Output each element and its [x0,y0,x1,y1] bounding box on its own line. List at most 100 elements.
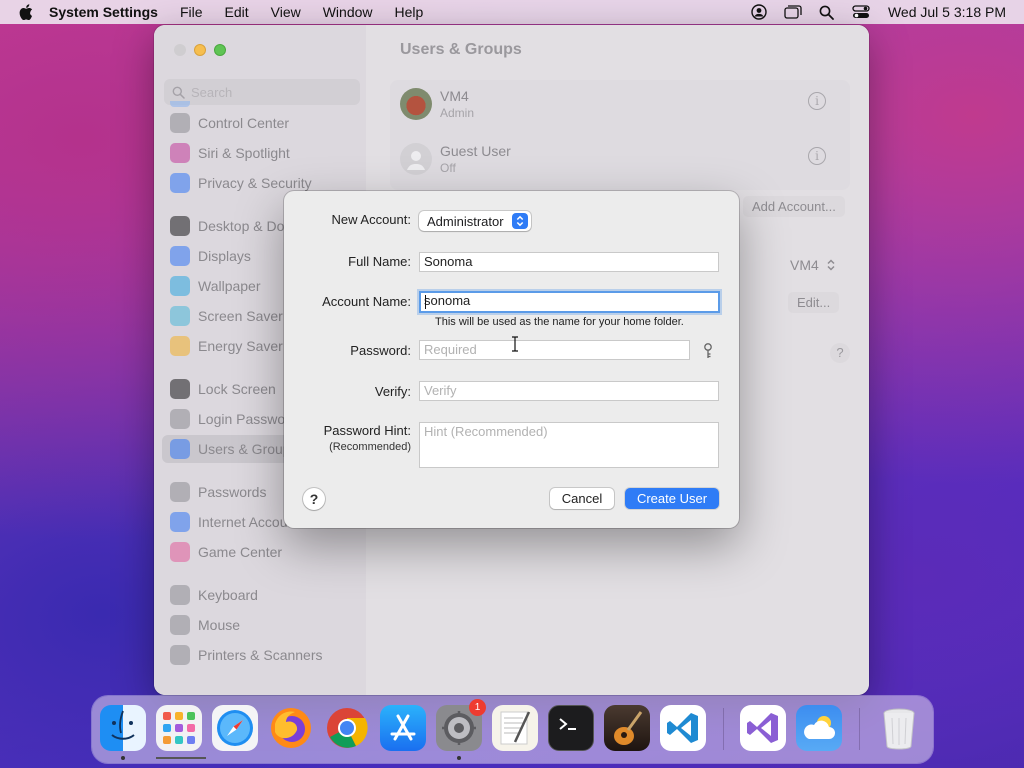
add-account-button[interactable]: Add Account... [743,196,845,217]
account-name-field[interactable]: sonoma [419,291,720,313]
firefox-icon[interactable] [268,705,314,751]
apple-menu-icon[interactable] [19,4,35,20]
launchpad-indicator [156,757,206,759]
user-role: Off [440,161,456,175]
minimize-button[interactable] [194,44,206,56]
search-field[interactable]: Search [164,79,360,105]
sidebar-item-label: Siri & Spotlight [198,145,290,161]
sidebar-item-siri-spotlight[interactable]: Siri & Spotlight [162,139,362,167]
auto-login-select[interactable]: VM4 [790,257,835,273]
cancel-button[interactable]: Cancel [550,488,614,509]
sidebar-item-label: Game Center [198,544,283,560]
zoom-button[interactable] [214,44,226,56]
new-account-label: New Account: [331,212,412,227]
window-help-button[interactable]: ? [830,343,850,363]
account-type-select[interactable]: Administrator [419,211,531,231]
full-name-field[interactable]: Sonoma [419,252,719,272]
game-center-icon [170,542,190,562]
sidebar-item-label: Displays [198,248,251,264]
create-user-button[interactable]: Create User [625,488,719,509]
dock-icon [170,216,190,236]
sun-icon [170,246,190,266]
keyboard-icon [170,585,190,605]
chrome-icon[interactable] [324,705,370,751]
sidebar-item-game-center[interactable]: Game Center [162,538,362,566]
sidebar-item-printers-scanners[interactable]: Printers & Scanners [162,641,362,669]
menu-bar: System Settings File Edit View Window He… [0,0,1024,24]
running-indicator [121,756,125,760]
finder-icon[interactable] [100,705,146,751]
sidebar-item-label: Users & Groups [198,441,298,457]
verify-field[interactable]: Verify [419,381,719,401]
account-type-value: Administrator [427,213,504,229]
edit-button[interactable]: Edit... [788,292,840,313]
password-label: Password: [350,343,411,358]
lock-icon [170,409,190,429]
user-row-vm4[interactable]: VM4 Admin i [400,82,850,132]
user-row-guest[interactable]: Guest User Off i [400,137,850,187]
launchpad-icon[interactable] [156,705,202,751]
menu-window[interactable]: Window [323,4,373,20]
dialog-help-button[interactable]: ? [303,488,325,510]
menu-help[interactable]: Help [395,4,424,20]
user-name: Guest User [440,143,511,159]
sidebar-item-keyboard[interactable]: Keyboard [162,581,362,609]
auto-login-value: VM4 [790,257,819,273]
control-center-icon [170,113,190,133]
sidebar-item-label: Privacy & Security [198,175,312,191]
app-store-icon[interactable] [380,705,426,751]
password-hint-label: Password Hint: [323,423,411,438]
window-title: Users & Groups [400,41,522,58]
menu-file[interactable]: File [180,4,203,20]
safari-icon[interactable] [212,705,258,751]
running-indicator [457,756,461,760]
sidebar-item-label: Printers & Scanners [198,647,323,663]
account-name-hint: This will be used as the name for your h… [435,316,684,328]
sidebar-item-label: Login Password [198,411,298,427]
search-placeholder: Search [191,84,233,100]
garageband-icon[interactable] [604,705,650,751]
close-button[interactable] [174,44,186,56]
dock-separator [723,708,724,750]
window-icon[interactable] [784,4,802,20]
lock-icon [170,379,190,399]
info-icon[interactable]: i [808,92,826,110]
account-name-label: Account Name: [322,294,411,309]
control-center-icon[interactable] [852,4,870,20]
visual-studio-icon[interactable] [740,705,786,751]
menu-edit[interactable]: Edit [225,4,249,20]
text-cursor [425,295,426,309]
new-account-dialog: New Account: Administrator Full Name: So… [284,191,739,528]
terminal-icon[interactable] [548,705,594,751]
sidebar-item-control-center[interactable]: Control Center [162,109,362,137]
sidebar-item-label: Mouse [198,617,241,633]
dock-separator [859,708,860,750]
key-icon[interactable] [702,343,714,359]
sidebar-item-label: Wallpaper [198,278,261,294]
at-icon [170,512,190,532]
vscode-icon[interactable] [660,705,706,751]
weather-icon[interactable] [796,705,842,751]
notification-badge: 1 [469,699,486,716]
password-field[interactable]: Required [419,340,690,360]
user-icon[interactable] [750,4,768,20]
trash-icon[interactable] [876,705,922,751]
hand-icon [170,173,190,193]
window-controls [174,44,226,56]
chevron-updown-icon [511,213,528,229]
password-hint-field[interactable]: Hint (Recommended) [419,422,719,468]
key-icon [170,482,190,502]
bulb-icon [170,336,190,356]
sidebar-item-label: Screen Saver [198,308,283,324]
menu-view[interactable]: View [271,4,301,20]
sidebar-item-label: Passwords [198,484,267,500]
menu-clock[interactable]: Wed Jul 5 3:18 PM [888,4,1006,20]
search-icon[interactable] [818,4,836,20]
printer-icon [170,645,190,665]
menu-app-name[interactable]: System Settings [49,4,158,20]
sidebar-item-mouse[interactable]: Mouse [162,611,362,639]
avatar [400,88,432,120]
info-icon[interactable]: i [808,147,826,165]
textedit-icon[interactable] [492,705,538,751]
sidebar-item-label: Keyboard [198,587,258,603]
